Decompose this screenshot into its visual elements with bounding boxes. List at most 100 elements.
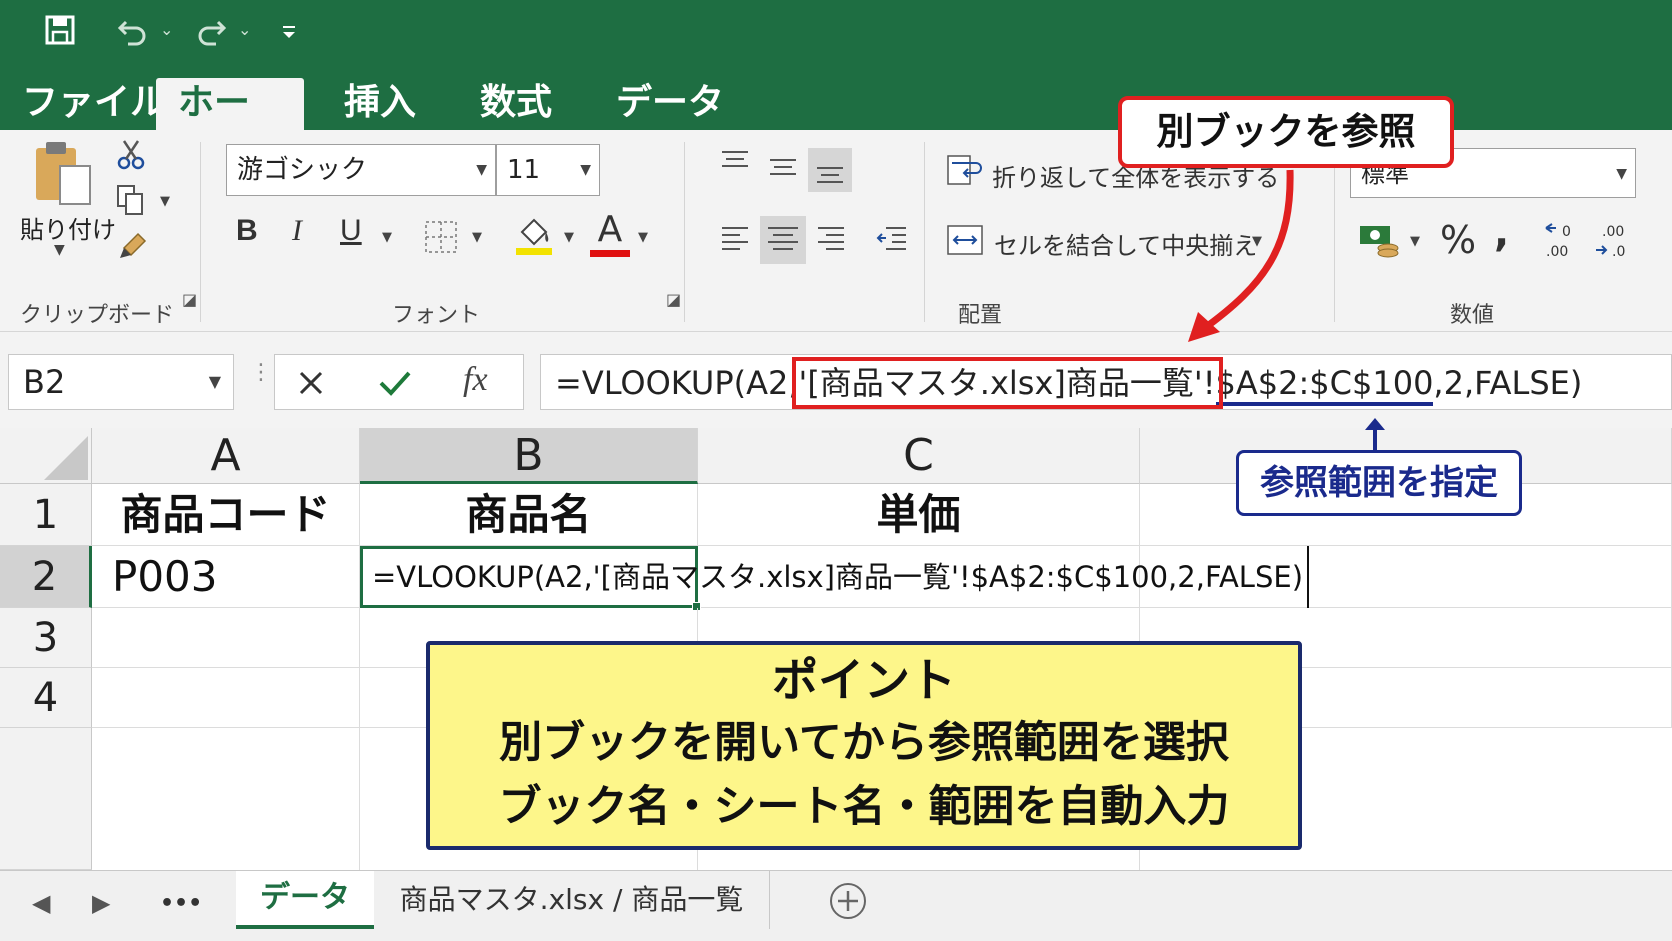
paste-icon[interactable] <box>34 138 92 206</box>
decrease-indent-icon[interactable] <box>874 222 910 258</box>
cut-icon[interactable] <box>116 138 146 170</box>
cell-a1[interactable]: 商品コード <box>92 484 360 546</box>
undo-dropdown-icon[interactable]: ⌄ <box>160 20 173 39</box>
column-header-c[interactable]: C <box>698 428 1140 484</box>
bold-button[interactable]: B <box>236 214 258 248</box>
sheet-tab-bar: ◀ ▶ ••• データ 商品マスタ.xlsx / 商品一覧 <box>0 870 1672 941</box>
row-header-2[interactable]: 2 <box>0 546 92 608</box>
align-middle-icon[interactable] <box>766 156 800 182</box>
format-painter-icon[interactable] <box>118 230 148 262</box>
tab-home[interactable]: ホーム <box>156 78 304 173</box>
row-header-empty <box>0 728 92 870</box>
sheet-tab-product-master[interactable]: 商品マスタ.xlsx / 商品一覧 <box>374 871 770 929</box>
accounting-dropdown-icon[interactable]: ▼ <box>1410 234 1420 249</box>
clipboard-group-label: クリップボード <box>20 303 175 328</box>
select-all-triangle-icon <box>44 436 88 480</box>
cell-a4[interactable] <box>92 668 360 728</box>
cell-a2[interactable]: P003 <box>92 546 360 608</box>
callout-red-arrow-icon <box>1188 169 1294 342</box>
cell-a-empty[interactable] <box>92 728 360 870</box>
title-bar: ⌄ ⌄ <box>0 0 1672 64</box>
align-center-button[interactable] <box>760 216 806 264</box>
redo-icon[interactable] <box>196 16 228 46</box>
align-bottom-button[interactable] <box>808 148 852 192</box>
redo-dropdown-icon[interactable]: ⌄ <box>238 20 251 39</box>
font-launcher-icon[interactable]: ◪ <box>666 290 681 309</box>
font-size-dropdown-icon[interactable]: ▼ <box>580 145 591 195</box>
name-box-dropdown-icon[interactable]: ▼ <box>209 355 221 409</box>
group-separator <box>1334 142 1335 322</box>
increase-decimal-icon[interactable]: 0 .00 <box>1542 220 1584 262</box>
column-header-b[interactable]: B <box>360 428 698 484</box>
copy-dropdown-icon[interactable]: ▼ <box>160 194 170 209</box>
fill-color-dropdown-icon[interactable]: ▼ <box>564 230 574 245</box>
font-size-select[interactable]: 11 ▼ <box>496 144 600 196</box>
scroll-tabs-left-icon[interactable]: ◀ <box>32 889 50 917</box>
merge-center-icon[interactable] <box>946 222 984 258</box>
paste-label[interactable]: 貼り付け <box>20 210 116 245</box>
undo-icon[interactable] <box>116 16 148 46</box>
group-separator <box>200 142 201 322</box>
wrap-text-icon[interactable] <box>946 152 984 188</box>
tab-data[interactable]: データ <box>594 78 746 130</box>
font-name-value: 游ゴシック <box>237 155 368 185</box>
font-name-select[interactable]: 游ゴシック ▼ <box>226 144 496 196</box>
select-all-button[interactable] <box>0 428 92 484</box>
alignment-group-label: 配置 <box>958 303 1003 328</box>
font-color-dropdown-icon[interactable]: ▼ <box>638 230 648 245</box>
enter-icon[interactable] <box>377 367 413 399</box>
decrease-decimal-icon[interactable]: .00 .0 <box>1592 220 1634 262</box>
font-size-value: 11 <box>507 155 541 185</box>
save-icon[interactable] <box>44 14 76 46</box>
cancel-icon[interactable] <box>295 367 327 399</box>
sheet-tab-data[interactable]: データ <box>236 871 374 929</box>
fill-color-icon[interactable] <box>514 214 554 256</box>
borders-icon[interactable] <box>424 220 458 254</box>
row-header-1[interactable]: 1 <box>0 484 92 546</box>
more-sheets-icon[interactable]: ••• <box>160 891 202 916</box>
accounting-format-icon[interactable] <box>1358 222 1400 260</box>
formula-prefix: =VLOOKUP(A2, <box>555 364 799 402</box>
align-top-icon[interactable] <box>718 148 752 174</box>
cell-a3[interactable] <box>92 608 360 668</box>
underline-button[interactable]: U <box>340 214 362 248</box>
formula-buttons: fx <box>274 354 524 410</box>
row-header-3[interactable]: 3 <box>0 608 92 668</box>
callout-point-box: ポイント 別ブックを開いてから参照範囲を選択 ブック名・シート名・範囲を自動入力 <box>426 641 1302 850</box>
borders-dropdown-icon[interactable]: ▼ <box>472 230 482 245</box>
row-header-4[interactable]: 4 <box>0 668 92 728</box>
insert-function-icon[interactable]: fx <box>463 361 488 399</box>
formula-text: =VLOOKUP(A2,'[商品マスタ.xlsx]商品一覧'!$A$2:$C$1… <box>555 355 1582 411</box>
cell-c1[interactable]: 単価 <box>698 484 1140 546</box>
add-sheet-icon[interactable] <box>828 881 868 921</box>
formula-bar-splitter[interactable]: ⋮ <box>250 360 272 385</box>
formula-bar-area: B2 ▼ ⋮ fx =VLOOKUP(A2,'[商品マスタ.xlsx]商品一覧'… <box>0 332 1672 428</box>
column-header-a[interactable]: A <box>92 428 360 484</box>
align-left-icon[interactable] <box>718 222 752 258</box>
tab-insert[interactable]: 挿入 <box>322 78 438 130</box>
font-color-button[interactable]: A <box>590 210 630 257</box>
underline-dropdown-icon[interactable]: ▼ <box>382 230 392 245</box>
cell-b1[interactable]: 商品名 <box>360 484 698 546</box>
paste-dropdown-icon[interactable]: ▼ <box>54 242 65 258</box>
number-format-dropdown-icon[interactable]: ▼ <box>1616 149 1627 199</box>
clipboard-launcher-icon[interactable]: ◪ <box>182 290 197 309</box>
italic-button[interactable]: I <box>292 214 302 248</box>
svg-text:.00: .00 <box>1546 244 1568 260</box>
formula-input[interactable]: =VLOOKUP(A2,'[商品マスタ.xlsx]商品一覧'!$A$2:$C$1… <box>540 354 1672 410</box>
align-bottom-icon <box>817 167 843 183</box>
percent-button[interactable]: % <box>1440 218 1476 262</box>
number-group-label: 数値 <box>1450 303 1495 328</box>
copy-icon[interactable] <box>116 184 146 216</box>
align-center-icon <box>768 227 798 250</box>
callout-range-reference: 参照範囲を指定 <box>1236 450 1522 516</box>
name-box[interactable]: B2 ▼ <box>8 354 234 410</box>
font-name-dropdown-icon[interactable]: ▼ <box>476 145 487 195</box>
cell-b2-edit-text[interactable]: =VLOOKUP(A2,'[商品マスタ.xlsx]商品一覧'!$A$2:$C$1… <box>372 546 1310 608</box>
customize-toolbar-icon[interactable] <box>280 24 298 40</box>
scroll-tabs-right-icon[interactable]: ▶ <box>92 889 110 917</box>
callout-book-reference: 別ブックを参照 <box>1118 96 1454 168</box>
tab-formulas[interactable]: 数式 <box>458 78 574 130</box>
align-right-icon[interactable] <box>814 222 848 258</box>
comma-button[interactable]: , <box>1494 210 1509 256</box>
